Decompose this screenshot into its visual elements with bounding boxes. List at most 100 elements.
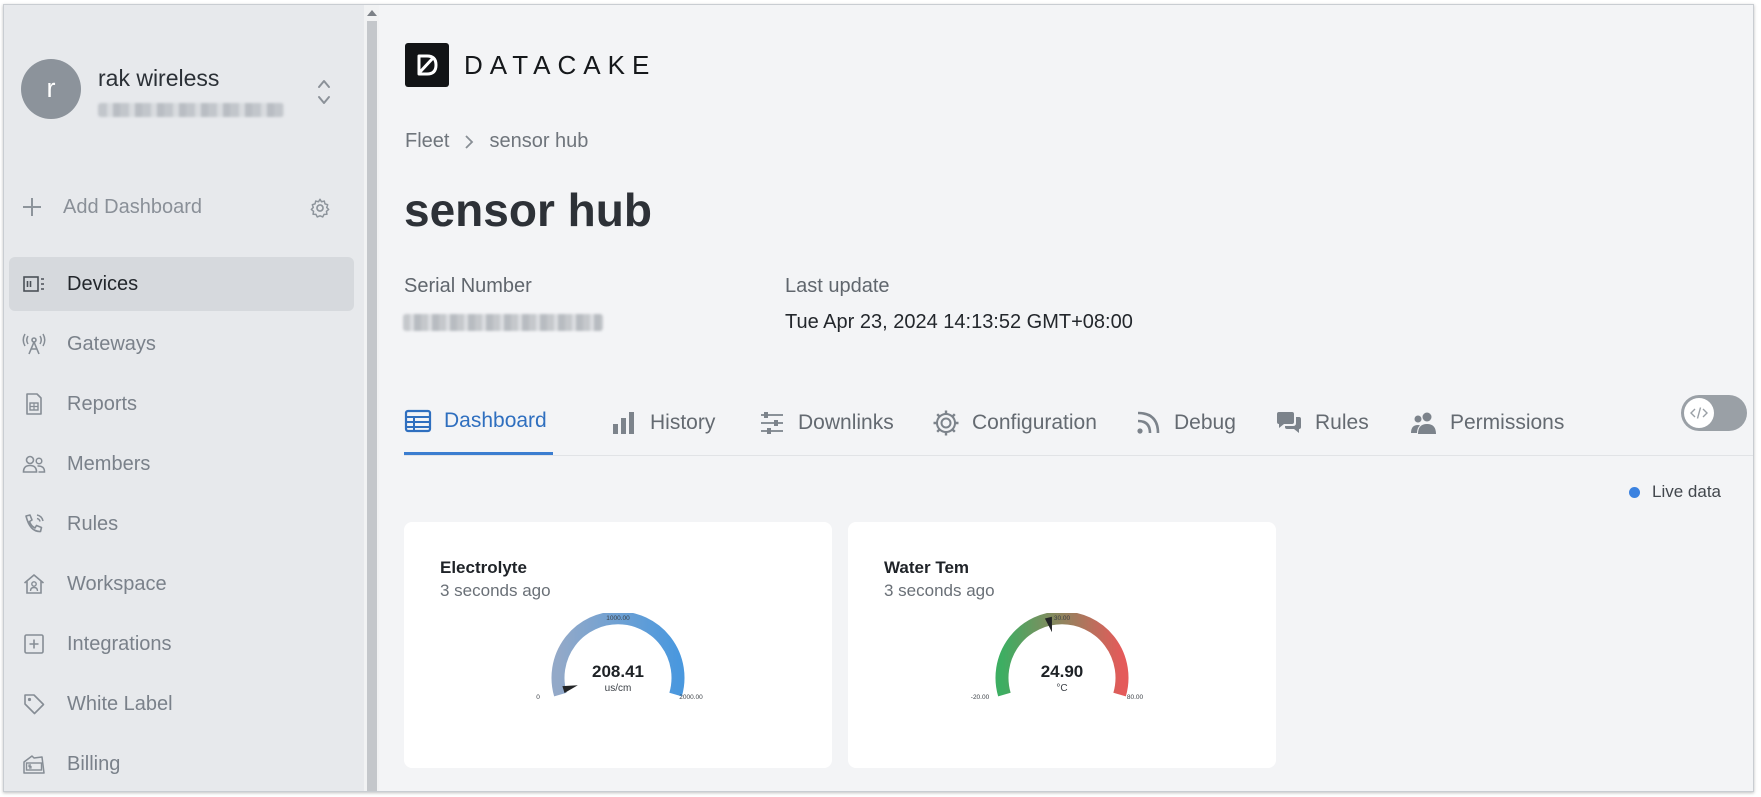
gauge-mid-label: 30.00 [1054,615,1071,622]
gauge-value: 24.90 [1041,662,1084,681]
table-icon [404,409,432,433]
sidebar-item-label: Gateways [67,332,156,355]
widget-card-electrolyte[interactable]: Electrolyte 3 seconds ago 208.41 us/cm 1… [404,522,832,768]
tab-label: History [650,410,716,434]
sliders-icon [761,411,783,434]
report-document-icon [26,393,42,415]
gauge-electrolyte: 208.41 us/cm 1000.00 0 2000.00 [536,613,703,701]
sidebar-item-label: Billing [67,752,121,775]
widget-timestamp: 3 seconds ago [440,581,551,600]
integrations-plus-box-icon [24,634,44,654]
gauge-needle [562,685,578,693]
datacake-logo-mark-icon [405,43,449,87]
members-icon [22,455,46,473]
gauge-max-label: 2000.00 [679,694,703,701]
gauge-value: 208.41 [592,662,644,681]
sidebar-item-label: Reports [67,392,138,415]
gauge-water-temperature: 24.90 °C 30.00 -20.00 80.00 [971,613,1144,701]
sidebar-item-label: Rules [67,512,119,535]
sidebar-nav: Devices Gateways Reports Members Rules W… [9,257,354,791]
last-update-value: Tue Apr 23, 2024 14:13:52 GMT+08:00 [785,311,1133,333]
widget-title: Electrolyte [440,558,527,577]
gauge-unit: us/cm [605,683,632,694]
widget-card-water-temperature[interactable]: Water Tem 3 seconds ago 24.90 °C 30.00 -… [848,522,1276,768]
tab-label: Rules [1315,410,1369,434]
gauge-min-label: -20.00 [971,694,990,701]
sidebar-item-reports[interactable]: Reports [9,377,354,431]
workspace-house-icon [23,574,45,594]
sidebar-item-label: Devices [67,272,139,295]
tab-downlinks[interactable]: Downlinks [758,390,900,455]
add-dashboard-button[interactable]: Add Dashboard [21,192,202,222]
plus-icon [21,196,43,218]
page-title: sensor hub [404,184,652,236]
rss-icon [1137,411,1160,434]
datacake-logo[interactable]: DATACAKE [405,43,656,87]
scroll-up-arrow-icon[interactable] [367,10,377,16]
widget-title: Water Tem [884,558,970,577]
gateway-antenna-icon [22,333,46,355]
sidebar-item-rules[interactable]: Rules [9,497,354,551]
workspace-name[interactable]: rak wireless [98,65,219,92]
tab-permissions[interactable]: Permissions [1410,390,1570,455]
tab-label: Permissions [1450,410,1565,434]
gear-icon [933,410,959,435]
device-tabs: Dashboard History Downlinks Configuratio… [404,390,1753,456]
chevron-right-icon [465,134,474,149]
users-icon [1411,412,1436,434]
gauge-max-label: 80.00 [1127,694,1144,701]
live-status-dot [1629,486,1640,498]
code-view-toggle[interactable] [1681,395,1747,431]
browser-window: r rak wireless Add Dashboard Devices Gat… [3,4,1754,792]
last-update-label: Last update [785,275,890,297]
sidebar-item-label: Members [67,452,151,475]
tag-icon [24,694,45,715]
tab-label: Configuration [972,410,1097,434]
code-icon [1684,398,1714,428]
tab-rules[interactable]: Rules [1275,390,1375,455]
sidebar-item-devices[interactable]: Devices [9,257,354,311]
tab-label: Debug [1174,410,1236,434]
breadcrumb-current: sensor hub [489,130,589,152]
sidebar: r rak wireless Add Dashboard Devices Gat… [4,5,364,791]
tab-configuration[interactable]: Configuration [932,390,1103,455]
gear-icon[interactable] [309,197,331,219]
sidebar-item-label: Workspace [67,572,167,595]
tab-history[interactable]: History [610,390,721,455]
bar-chart-icon [613,411,634,434]
sidebar-item-white-label[interactable]: White Label [9,677,354,731]
tab-label: Dashboard [444,409,547,432]
chevron-up-down-icon[interactable] [317,77,331,107]
serial-number-redacted [403,314,603,331]
widget-timestamp: 3 seconds ago [884,581,995,600]
comments-icon [1277,411,1301,433]
devices-icon [23,276,44,292]
sidebar-item-label: White Label [67,692,173,715]
gauge-unit: °C [1056,683,1067,694]
add-dashboard-label: Add Dashboard [63,195,202,218]
breadcrumb-fleet-link[interactable]: Fleet [405,130,449,153]
sidebar-item-members[interactable]: Members [9,437,354,491]
sidebar-item-integrations[interactable]: Integrations [9,617,354,671]
live-data-label: Live data [1652,482,1721,501]
sidebar-item-gateways[interactable]: Gateways [9,317,354,371]
rules-phone-icon [25,514,44,533]
sidebar-item-billing[interactable]: Billing [9,737,354,791]
gauge-min-label: 0 [536,694,540,701]
tab-debug[interactable]: Debug [1134,390,1242,455]
tab-label: Downlinks [798,410,894,434]
workspace-avatar[interactable]: r [21,59,81,119]
sidebar-item-workspace[interactable]: Workspace [9,557,354,611]
scrollbar-thumb[interactable] [367,21,377,791]
live-data-indicator: Live data [1629,482,1721,502]
workspace-email-redacted [98,103,284,117]
billing-icon [23,755,45,774]
sidebar-item-label: Integrations [67,632,172,655]
tab-dashboard[interactable]: Dashboard [404,390,553,455]
gauge-mid-label: 1000.00 [606,615,630,622]
breadcrumb: Fleet sensor hub [405,130,588,153]
main-content: DATACAKE Fleet sensor hub sensor hub Ser… [379,5,1753,791]
logo-wordmark: DATACAKE [464,49,657,80]
sidebar-scrollbar[interactable] [364,5,379,791]
serial-number-label: Serial Number [404,275,532,297]
